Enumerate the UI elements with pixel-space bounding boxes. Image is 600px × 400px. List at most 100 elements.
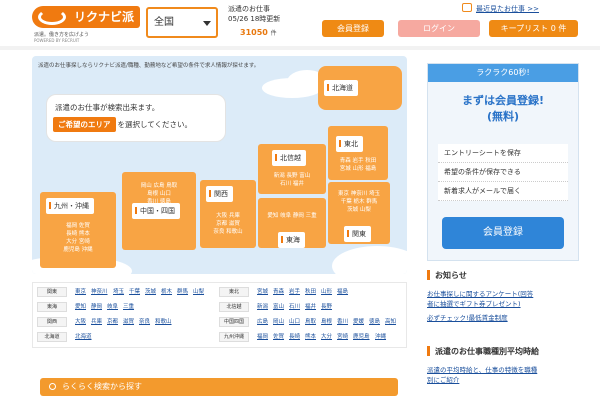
area-table-pref-link[interactable]: 和歌山 bbox=[155, 316, 172, 328]
area-table-pref-link[interactable]: 鳥取 bbox=[305, 316, 316, 328]
area-table-pref-link[interactable]: 大阪 bbox=[75, 316, 86, 328]
area-table-pref-link[interactable]: 福岡 bbox=[257, 331, 268, 343]
area-table-region: 中国四国 bbox=[219, 317, 249, 327]
area-table-pref-link[interactable]: 岩手 bbox=[289, 286, 300, 298]
area-table-pref-link[interactable]: 神奈川 bbox=[91, 286, 108, 298]
promo-register-button[interactable]: 会員登録 bbox=[442, 217, 564, 249]
region-prefs-kyushu: 福岡 佐賀 長崎 熊本 大分 宮崎 鹿児島 沖縄 bbox=[63, 223, 93, 253]
search-icon bbox=[49, 383, 56, 390]
wage-heading: 派遣のお仕事職種別平均時給 bbox=[427, 346, 579, 357]
area-select-value: 全国 bbox=[154, 17, 174, 28]
area-table: 関東 東京 神奈川 埼玉 千葉 茨城 栃木 群馬 山梨 東海 愛知 静岡 岐阜 三重 関西 大阪 兵庫 京都 滋賀奈… bbox=[32, 282, 407, 348]
area-table-pref-link[interactable]: 愛媛 bbox=[353, 316, 364, 328]
region-kansai[interactable]: 関西 大阪 兵庫 京都 滋賀 奈良 和歌山 bbox=[200, 180, 256, 248]
area-table-pref-link[interactable]: 滋賀 bbox=[123, 316, 134, 328]
keeplist-button[interactable]: キープリスト 0 件 bbox=[489, 20, 578, 37]
area-table-pref-link[interactable]: 茨城 bbox=[145, 286, 156, 298]
area-table-pref-link[interactable]: 宮崎 bbox=[337, 331, 348, 343]
region-prefs-tokai: 愛知 岐阜 静岡 三重 bbox=[267, 213, 317, 219]
member-promo: ラクラク60秒! まずは会員登録! (無料) エントリーシートを保存 希望の条件… bbox=[427, 63, 579, 261]
powered-by: POWERED BY RECRUIT bbox=[34, 38, 80, 43]
region-hokkaido[interactable]: 北海道 bbox=[318, 66, 402, 110]
region-chugoku-shikoku[interactable]: 岡山 広島 鳥取 島根 山口 香川 徳島 愛媛 高知 中国・四国 bbox=[122, 172, 196, 250]
area-table-pref-link[interactable]: 長野 bbox=[321, 301, 332, 313]
area-table-pref-link[interactable]: 福島 bbox=[337, 286, 348, 298]
region-tokai[interactable]: 愛知 岐阜 静岡 三重 東海 bbox=[258, 198, 326, 248]
area-table-row: 東海 愛知 静岡 岐阜 三重 bbox=[37, 301, 217, 313]
area-table-pref-link[interactable]: 山梨 bbox=[193, 286, 204, 298]
area-table-pref-link[interactable]: 京都 bbox=[107, 316, 118, 328]
chevron-down-icon bbox=[203, 21, 211, 26]
area-table-row: 東北 宮城 青森 岩手 秋田 山形 福島 bbox=[219, 286, 399, 298]
area-table-pref-link[interactable]: 広島 bbox=[257, 316, 268, 328]
area-table-pref-link[interactable]: 東京 bbox=[75, 286, 86, 298]
area-table-pref-link[interactable]: 岡山 bbox=[273, 316, 284, 328]
area-table-pref-link[interactable]: 山形 bbox=[321, 286, 332, 298]
job-count: 31050 件 bbox=[240, 28, 277, 37]
area-select[interactable]: 全国 bbox=[146, 7, 218, 38]
area-table-pref-link[interactable]: 静岡 bbox=[91, 301, 102, 313]
area-table-pref-link[interactable]: 島根 bbox=[321, 316, 332, 328]
area-table-row: 北信越 新潟 富山 石川 福井 長野 bbox=[219, 301, 399, 313]
area-table-pref-link[interactable]: 熊本 bbox=[305, 331, 316, 343]
recent-jobs-link[interactable]: 最近見たお仕事 >> bbox=[476, 4, 539, 14]
notice-heading: お知らせ bbox=[427, 270, 579, 281]
wage-link[interactable]: 別にご紹介 bbox=[427, 374, 459, 384]
area-table-pref-link[interactable]: 徳島 bbox=[369, 316, 380, 328]
site-logo[interactable]: リクナビ派遣 bbox=[32, 6, 140, 46]
area-table-region: 東海 bbox=[37, 302, 67, 312]
logo-text: リクナビ派遣 bbox=[74, 10, 135, 46]
area-table-pref-link[interactable]: 秋田 bbox=[305, 286, 316, 298]
wage-link[interactable]: 派遣の平均時給と、仕事の特徴を職種 bbox=[427, 364, 537, 374]
instruction-line2-text: を選択してください。 bbox=[117, 120, 193, 129]
easy-search-label: らくらく検索から探す bbox=[62, 382, 142, 391]
notice-link[interactable]: 必ずチェック!最低賃金制度 bbox=[427, 312, 508, 322]
area-table-pref-link[interactable]: 栃木 bbox=[161, 286, 172, 298]
area-table-pref-link[interactable]: 千葉 bbox=[129, 286, 140, 298]
region-label-kansai: 関西 bbox=[206, 186, 233, 202]
promo-benefit: 新着求人がメールで届く bbox=[438, 182, 568, 201]
promo-benefit: エントリーシートを保存 bbox=[438, 144, 568, 163]
area-table-pref-link[interactable]: 福井 bbox=[305, 301, 316, 313]
logo-mark-icon bbox=[38, 9, 66, 25]
notice-link[interactable]: 者に抽選でギフト券プレゼント) bbox=[427, 298, 521, 308]
header-divider bbox=[0, 46, 600, 50]
area-table-pref-link[interactable]: 長崎 bbox=[289, 331, 300, 343]
instruction-bubble: 派遣のお仕事が検索出来ます。 ご希望のエリア を選択してください。 bbox=[46, 94, 226, 142]
area-map: 派遣のお仕事探しならリクナビ派遣/職種、勤務地など希望の条件で求人情報が探せます… bbox=[32, 56, 407, 274]
area-table-pref-link[interactable]: 石川 bbox=[289, 301, 300, 313]
area-table-pref-link[interactable]: 群馬 bbox=[177, 286, 188, 298]
area-table-pref-link[interactable]: 沖縄 bbox=[375, 331, 386, 343]
area-table-pref-link[interactable]: 鹿児島 bbox=[353, 331, 370, 343]
area-table-pref-link[interactable]: 愛知 bbox=[75, 301, 86, 313]
region-label-chugoku-shikoku: 中国・四国 bbox=[132, 203, 180, 219]
area-table-pref-link[interactable]: 三重 bbox=[123, 301, 134, 313]
area-highlight: ご希望のエリア bbox=[53, 117, 116, 132]
area-table-pref-link[interactable]: 佐賀 bbox=[273, 331, 284, 343]
area-table-pref-link[interactable]: 奈良 bbox=[139, 316, 150, 328]
area-table-region: 九州沖縄 bbox=[219, 332, 249, 342]
login-button[interactable]: ログイン bbox=[398, 20, 480, 37]
area-table-pref-link[interactable]: 香川 bbox=[337, 316, 348, 328]
map-subtitle: 派遣のお仕事探しならリクナビ派遣/職種、勤務地など希望の条件で求人情報が探せます… bbox=[38, 63, 260, 69]
area-table-pref-link[interactable]: 埼玉 bbox=[113, 286, 124, 298]
area-table-pref-link[interactable]: 青森 bbox=[273, 286, 284, 298]
register-button[interactable]: 会員登録 bbox=[322, 20, 384, 37]
area-table-pref-link[interactable]: 岐阜 bbox=[107, 301, 118, 313]
region-tohoku[interactable]: 東北 青森 岩手 秋田 宮城 山形 福島 bbox=[328, 126, 388, 180]
region-hokushinetsu[interactable]: 北信越 新潟 長野 富山 石川 福井 bbox=[258, 144, 326, 194]
job-count-unit: 件 bbox=[270, 30, 277, 37]
area-table-pref-link[interactable]: 宮城 bbox=[257, 286, 268, 298]
area-table-pref-link[interactable]: 大分 bbox=[321, 331, 332, 343]
area-table-pref-link[interactable]: 兵庫 bbox=[91, 316, 102, 328]
region-prefs-kansai: 大阪 兵庫 京都 滋賀 奈良 和歌山 bbox=[213, 213, 243, 235]
easy-search-button[interactable]: らくらく検索から探す bbox=[40, 378, 398, 396]
notice-link[interactable]: お仕事探しに関するアンケート(回答 bbox=[427, 288, 533, 298]
area-table-pref-link[interactable]: 新潟 bbox=[257, 301, 268, 313]
area-table-pref-link[interactable]: 北海道 bbox=[75, 331, 92, 343]
area-table-pref-link[interactable]: 高知 bbox=[385, 316, 396, 328]
region-kanto[interactable]: 東京 神奈川 埼玉 千葉 栃木 群馬 茨城 山梨 関東 bbox=[328, 182, 390, 244]
area-table-pref-link[interactable]: 富山 bbox=[273, 301, 284, 313]
region-kyushu-okinawa[interactable]: 九州・沖縄 福岡 佐賀 長崎 熊本 大分 宮崎 鹿児島 沖縄 bbox=[40, 192, 116, 268]
area-table-pref-link[interactable]: 山口 bbox=[289, 316, 300, 328]
